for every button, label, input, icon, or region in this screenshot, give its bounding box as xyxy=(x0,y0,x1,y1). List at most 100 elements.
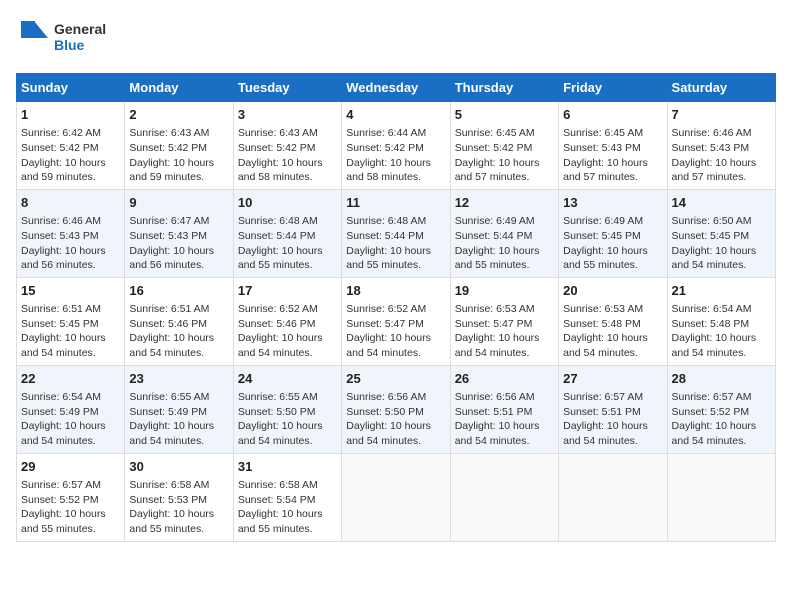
day-info: Sunrise: 6:57 AMSunset: 5:52 PMDaylight:… xyxy=(672,390,771,449)
calendar-cell: 7 Sunrise: 6:46 AMSunset: 5:43 PMDaylight… xyxy=(667,102,775,190)
day-number: 12 xyxy=(455,194,554,212)
day-number: 14 xyxy=(672,194,771,212)
weekday-header-friday: Friday xyxy=(559,74,667,102)
weekday-header-sunday: Sunday xyxy=(17,74,125,102)
day-number: 4 xyxy=(346,106,445,124)
day-number: 3 xyxy=(238,106,337,124)
calendar-cell: 1Sunrise: 6:42 AMSunset: 5:42 PMDaylight… xyxy=(17,102,125,190)
calendar-week-row: 15 Sunrise: 6:51 AMSunset: 5:45 PMDayligh… xyxy=(17,277,776,365)
calendar-cell: 13 Sunrise: 6:49 AMSunset: 5:45 PMDayligh… xyxy=(559,189,667,277)
weekday-header-saturday: Saturday xyxy=(667,74,775,102)
day-number: 30 xyxy=(129,458,228,476)
day-number: 6 xyxy=(563,106,662,124)
day-info: Sunrise: 6:53 AMSunset: 5:48 PMDaylight:… xyxy=(563,302,662,361)
day-info: Sunrise: 6:48 AMSunset: 5:44 PMDaylight:… xyxy=(346,214,445,273)
calendar-table: SundayMondayTuesdayWednesdayThursdayFrid… xyxy=(16,73,776,542)
day-number: 26 xyxy=(455,370,554,388)
day-number: 22 xyxy=(21,370,120,388)
calendar-cell: 18 Sunrise: 6:52 AMSunset: 5:47 PMDayligh… xyxy=(342,277,450,365)
day-info: Sunrise: 6:43 AMSunset: 5:42 PMDaylight:… xyxy=(129,126,228,185)
calendar-cell: 2 Sunrise: 6:43 AMSunset: 5:42 PMDaylight… xyxy=(125,102,233,190)
day-number: 10 xyxy=(238,194,337,212)
day-info: Sunrise: 6:55 AMSunset: 5:49 PMDaylight:… xyxy=(129,390,228,449)
calendar-cell: 23Sunrise: 6:55 AMSunset: 5:49 PMDayligh… xyxy=(125,365,233,453)
day-number: 8 xyxy=(21,194,120,212)
calendar-body: 1Sunrise: 6:42 AMSunset: 5:42 PMDaylight… xyxy=(17,102,776,542)
svg-text:General: General xyxy=(54,21,106,37)
day-info: Sunrise: 6:56 AMSunset: 5:50 PMDaylight:… xyxy=(346,390,445,449)
calendar-cell: 19 Sunrise: 6:53 AMSunset: 5:47 PMDayligh… xyxy=(450,277,558,365)
day-number: 16 xyxy=(129,282,228,300)
calendar-header: SundayMondayTuesdayWednesdayThursdayFrid… xyxy=(17,74,776,102)
calendar-week-row: 29Sunrise: 6:57 AMSunset: 5:52 PMDayligh… xyxy=(17,453,776,541)
calendar-cell: 10 Sunrise: 6:48 AMSunset: 5:44 PMDayligh… xyxy=(233,189,341,277)
day-info: Sunrise: 6:50 AMSunset: 5:45 PMDaylight:… xyxy=(672,214,771,273)
calendar-cell xyxy=(559,453,667,541)
day-number: 21 xyxy=(672,282,771,300)
day-number: 13 xyxy=(563,194,662,212)
day-info: Sunrise: 6:54 AMSunset: 5:48 PMDaylight:… xyxy=(672,302,771,361)
day-info: Sunrise: 6:49 AMSunset: 5:45 PMDaylight:… xyxy=(563,214,662,273)
day-info: Sunrise: 6:46 AMSunset: 5:43 PMDaylight:… xyxy=(672,126,771,185)
calendar-cell: 17 Sunrise: 6:52 AMSunset: 5:46 PMDayligh… xyxy=(233,277,341,365)
day-info: Sunrise: 6:47 AMSunset: 5:43 PMDaylight:… xyxy=(129,214,228,273)
calendar-cell: 8Sunrise: 6:46 AMSunset: 5:43 PMDaylight… xyxy=(17,189,125,277)
day-info: Sunrise: 6:57 AMSunset: 5:51 PMDaylight:… xyxy=(563,390,662,449)
day-number: 9 xyxy=(129,194,228,212)
day-number: 1 xyxy=(21,106,120,124)
day-number: 17 xyxy=(238,282,337,300)
day-info: Sunrise: 6:52 AMSunset: 5:46 PMDaylight:… xyxy=(238,302,337,361)
day-info: Sunrise: 6:58 AMSunset: 5:54 PMDaylight:… xyxy=(238,478,337,537)
weekday-header-wednesday: Wednesday xyxy=(342,74,450,102)
day-info: Sunrise: 6:44 AMSunset: 5:42 PMDaylight:… xyxy=(346,126,445,185)
day-info: Sunrise: 6:45 AMSunset: 5:43 PMDaylight:… xyxy=(563,126,662,185)
header: GeneralBlue xyxy=(16,16,776,61)
calendar-cell: 31 Sunrise: 6:58 AMSunset: 5:54 PMDayligh… xyxy=(233,453,341,541)
day-number: 28 xyxy=(672,370,771,388)
calendar-cell xyxy=(450,453,558,541)
calendar-cell: 20Sunrise: 6:53 AMSunset: 5:48 PMDayligh… xyxy=(559,277,667,365)
day-info: Sunrise: 6:49 AMSunset: 5:44 PMDaylight:… xyxy=(455,214,554,273)
calendar-cell: 24Sunrise: 6:55 AMSunset: 5:50 PMDayligh… xyxy=(233,365,341,453)
calendar-cell xyxy=(342,453,450,541)
calendar-cell: 29Sunrise: 6:57 AMSunset: 5:52 PMDayligh… xyxy=(17,453,125,541)
day-info: Sunrise: 6:48 AMSunset: 5:44 PMDaylight:… xyxy=(238,214,337,273)
calendar-cell: 25 Sunrise: 6:56 AMSunset: 5:50 PMDayligh… xyxy=(342,365,450,453)
day-info: Sunrise: 6:51 AMSunset: 5:46 PMDaylight:… xyxy=(129,302,228,361)
day-info: Sunrise: 6:53 AMSunset: 5:47 PMDaylight:… xyxy=(455,302,554,361)
calendar-week-row: 22Sunrise: 6:54 AMSunset: 5:49 PMDayligh… xyxy=(17,365,776,453)
calendar-cell: 21 Sunrise: 6:54 AMSunset: 5:48 PMDayligh… xyxy=(667,277,775,365)
weekday-header-row: SundayMondayTuesdayWednesdayThursdayFrid… xyxy=(17,74,776,102)
day-info: Sunrise: 6:51 AMSunset: 5:45 PMDaylight:… xyxy=(21,302,120,361)
day-number: 7 xyxy=(672,106,771,124)
calendar-cell: 6 Sunrise: 6:45 AMSunset: 5:43 PMDaylight… xyxy=(559,102,667,190)
calendar-cell: 5 Sunrise: 6:45 AMSunset: 5:42 PMDaylight… xyxy=(450,102,558,190)
calendar-cell: 30Sunrise: 6:58 AMSunset: 5:53 PMDayligh… xyxy=(125,453,233,541)
calendar-cell: 26 Sunrise: 6:56 AMSunset: 5:51 PMDayligh… xyxy=(450,365,558,453)
calendar-cell: 22Sunrise: 6:54 AMSunset: 5:49 PMDayligh… xyxy=(17,365,125,453)
day-number: 18 xyxy=(346,282,445,300)
calendar-cell xyxy=(667,453,775,541)
day-info: Sunrise: 6:57 AMSunset: 5:52 PMDaylight:… xyxy=(21,478,120,537)
day-number: 31 xyxy=(238,458,337,476)
calendar-cell: 28 Sunrise: 6:57 AMSunset: 5:52 PMDayligh… xyxy=(667,365,775,453)
day-number: 2 xyxy=(129,106,228,124)
day-number: 19 xyxy=(455,282,554,300)
calendar-cell: 9 Sunrise: 6:47 AMSunset: 5:43 PMDaylight… xyxy=(125,189,233,277)
day-number: 5 xyxy=(455,106,554,124)
day-info: Sunrise: 6:45 AMSunset: 5:42 PMDaylight:… xyxy=(455,126,554,185)
calendar-cell: 3Sunrise: 6:43 AMSunset: 5:42 PMDaylight… xyxy=(233,102,341,190)
calendar-cell: 27 Sunrise: 6:57 AMSunset: 5:51 PMDayligh… xyxy=(559,365,667,453)
day-info: Sunrise: 6:52 AMSunset: 5:47 PMDaylight:… xyxy=(346,302,445,361)
day-number: 15 xyxy=(21,282,120,300)
calendar-cell: 11 Sunrise: 6:48 AMSunset: 5:44 PMDayligh… xyxy=(342,189,450,277)
day-number: 11 xyxy=(346,194,445,212)
day-number: 27 xyxy=(563,370,662,388)
calendar-cell: 15 Sunrise: 6:51 AMSunset: 5:45 PMDayligh… xyxy=(17,277,125,365)
svg-text:Blue: Blue xyxy=(54,37,85,53)
calendar-week-row: 8Sunrise: 6:46 AMSunset: 5:43 PMDaylight… xyxy=(17,189,776,277)
day-info: Sunrise: 6:56 AMSunset: 5:51 PMDaylight:… xyxy=(455,390,554,449)
calendar-cell: 4 Sunrise: 6:44 AMSunset: 5:42 PMDaylight… xyxy=(342,102,450,190)
day-number: 25 xyxy=(346,370,445,388)
logo-svg: GeneralBlue xyxy=(16,16,106,61)
